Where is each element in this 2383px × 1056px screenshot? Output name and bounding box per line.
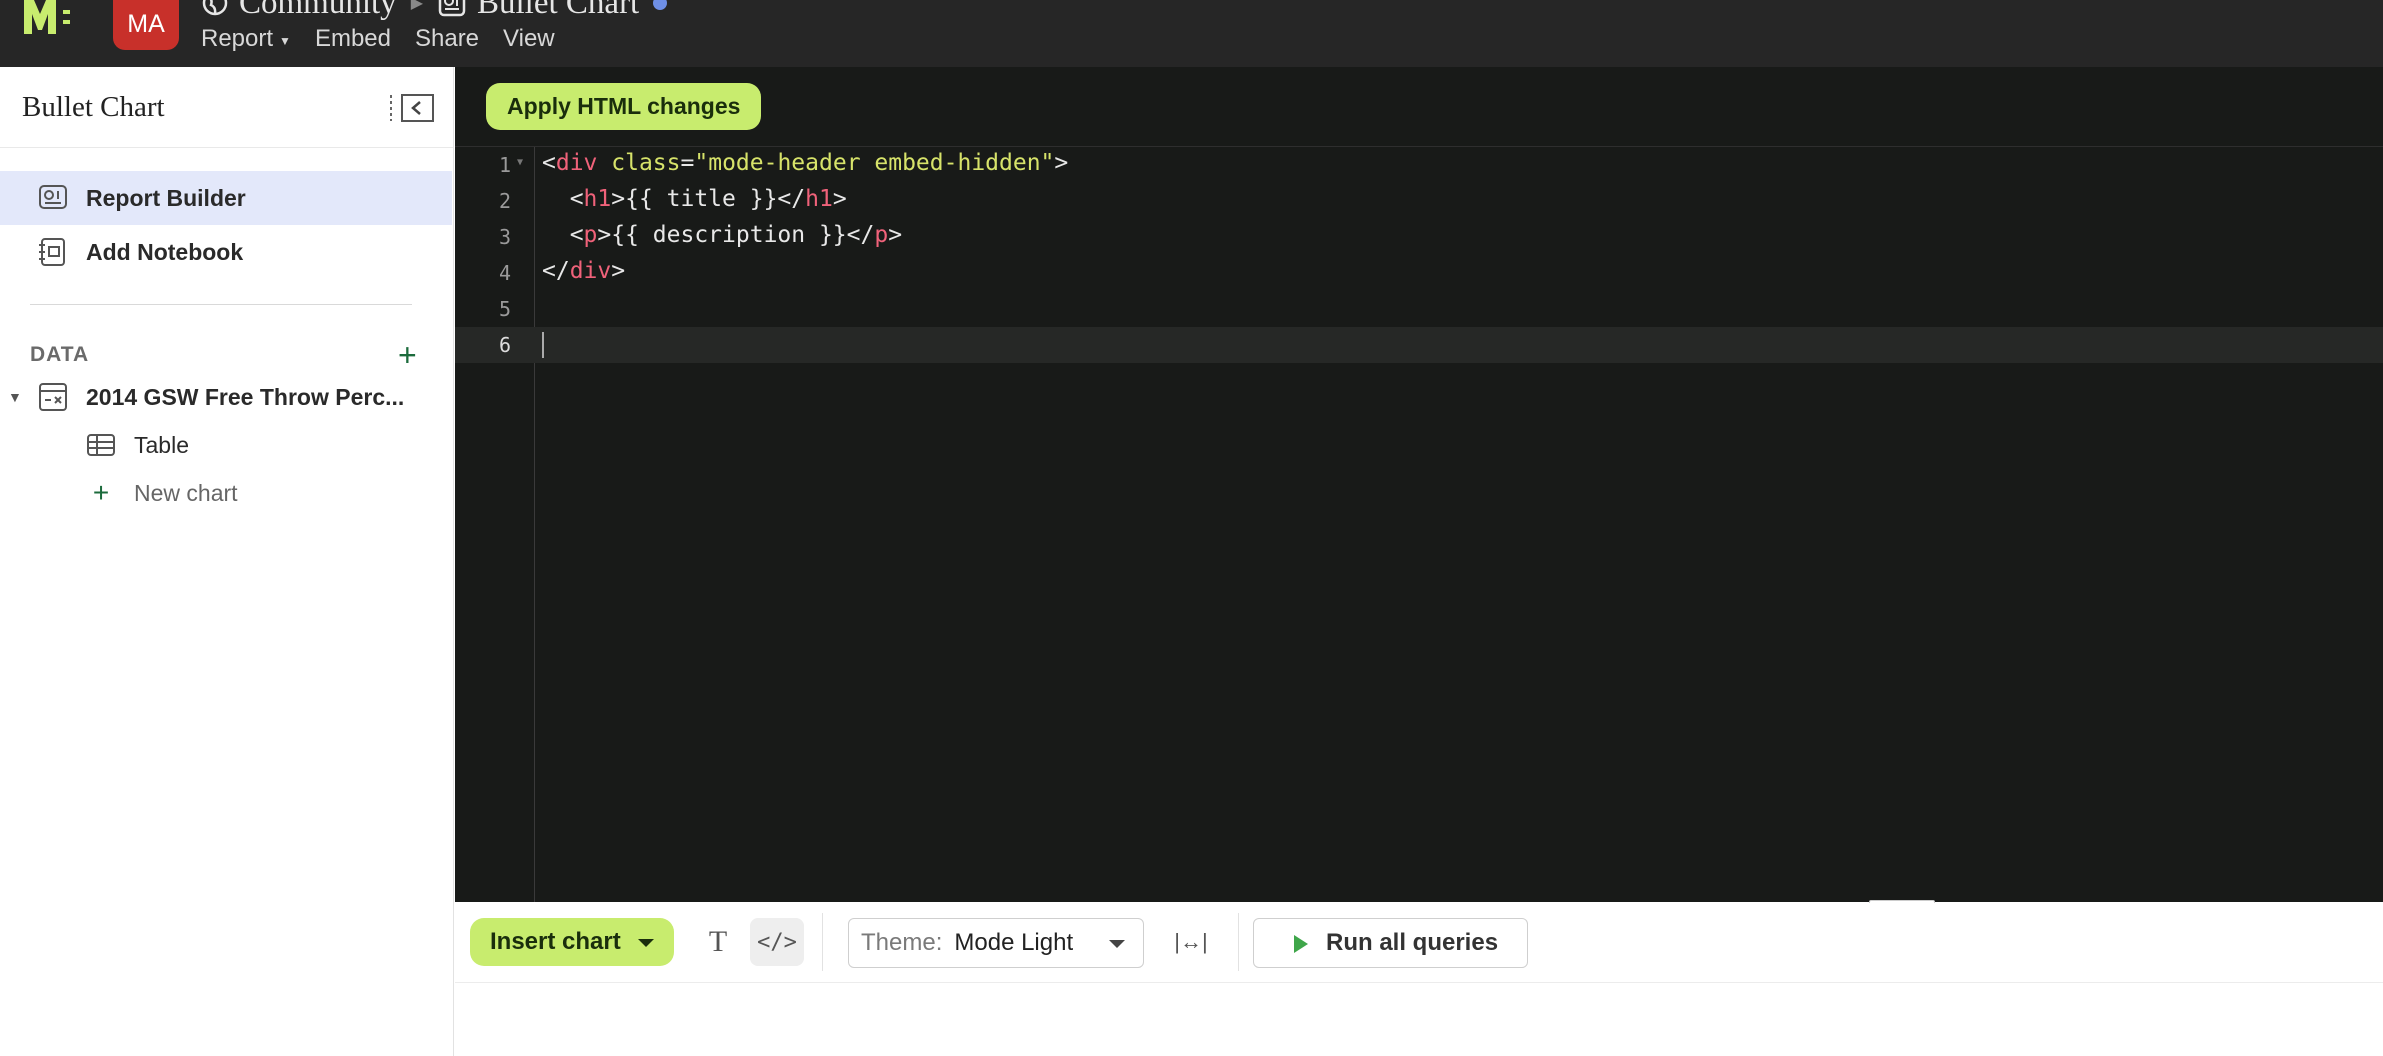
chevron-down-icon <box>638 939 654 947</box>
divider <box>30 304 412 305</box>
run-all-queries-button[interactable]: Run all queries <box>1253 918 1528 968</box>
notebook-icon <box>39 238 65 266</box>
code-line-current[interactable]: 6 <box>455 327 2383 363</box>
code-text: <h1>{{ title }}</h1> <box>542 186 847 212</box>
new-chart-button[interactable]: + New chart <box>86 473 238 513</box>
text-cursor <box>542 332 544 358</box>
theme-label: Theme: <box>861 929 943 956</box>
chevron-down-icon <box>1109 940 1125 948</box>
sql-query-icon <box>39 383 67 411</box>
query-child-table[interactable]: Table <box>86 425 189 465</box>
code-line[interactable]: 4 </div> <box>455 255 2383 291</box>
code-line[interactable]: 1 ▼ <div class="mode-header embed-hidden… <box>455 147 2383 183</box>
fold-toggle-icon[interactable]: ▼ <box>517 157 523 168</box>
table-icon <box>87 434 115 456</box>
line-number: 6 <box>498 333 511 357</box>
sidebar-item-label: Report Builder <box>86 184 246 211</box>
code-text: <div class="mode-header embed-hidden"> <box>542 150 1069 176</box>
text-icon[interactable]: T <box>691 918 745 966</box>
add-data-plus-icon[interactable]: + <box>398 339 417 371</box>
editor-toolbar: Apply HTML changes <box>455 67 2383 147</box>
menu-share[interactable]: Share <box>415 25 479 53</box>
breadcrumb-workspace[interactable]: Community <box>239 0 397 22</box>
sidebar-title: Bullet Chart <box>22 91 165 123</box>
line-number: 4 <box>498 261 511 285</box>
line-number: 2 <box>498 189 511 213</box>
code-line[interactable]: 5 <box>455 291 2383 327</box>
collapse-sidebar-icon[interactable] <box>388 93 436 123</box>
report-builder-toolbar: Insert chart T </> Theme: Mode Light |↔|… <box>455 903 2383 983</box>
line-number: 5 <box>498 297 511 321</box>
breadcrumb: Community ▶ Bullet Chart <box>201 0 668 22</box>
code-line[interactable]: 3 <p>{{ description }}</p> <box>455 219 2383 255</box>
divider <box>1238 913 1239 971</box>
full-width-icon[interactable]: |↔| <box>1164 918 1218 966</box>
code-icon[interactable]: </> <box>750 918 804 966</box>
user-avatar[interactable]: MA <box>113 0 179 50</box>
menu-report[interactable]: Report ▼ <box>201 25 291 53</box>
table-label: Table <box>134 431 189 458</box>
query-label: 2014 GSW Free Throw Perc... <box>86 383 405 410</box>
chevron-down-icon[interactable]: ▼ <box>8 389 22 405</box>
sidebar-item-report-builder[interactable]: Report Builder <box>0 171 452 225</box>
play-icon <box>1294 935 1308 953</box>
theme-select[interactable]: Theme: Mode Light <box>848 918 1144 968</box>
chevron-down-icon: ▼ <box>279 34 291 48</box>
breadcrumb-report-title[interactable]: Bullet Chart <box>477 0 639 22</box>
report-builder-icon <box>39 185 67 209</box>
menu-bar: Report ▼ Embed Share View <box>201 25 579 53</box>
menu-report-label: Report <box>201 25 274 52</box>
menu-embed[interactable]: Embed <box>315 25 391 53</box>
sidebar-item-add-notebook[interactable]: Add Notebook <box>0 225 452 279</box>
data-section-label: DATA <box>30 343 90 366</box>
sidebar-item-label: Add Notebook <box>86 238 244 265</box>
mode-logo-icon[interactable] <box>22 0 76 42</box>
top-bar: MA Community ▶ Bullet Chart Report ▼ Embe… <box>0 0 2383 67</box>
apply-html-changes-button[interactable]: Apply HTML changes <box>486 83 762 130</box>
line-number: 3 <box>498 225 511 249</box>
sidebar-header: Bullet Chart <box>0 67 453 148</box>
breadcrumb-separator-icon: ▶ <box>410 0 423 12</box>
code-line[interactable]: 2 <h1>{{ title }}</h1> <box>455 183 2383 219</box>
html-code-editor[interactable]: 1 ▼ <div class="mode-header embed-hidden… <box>455 147 2383 902</box>
query-item[interactable]: 2014 GSW Free Throw Perc... <box>38 377 404 417</box>
plus-icon: + <box>92 477 110 508</box>
insert-chart-label: Insert chart <box>490 928 621 955</box>
sidebar: Bullet Chart Report Builder Add Notebook… <box>0 67 454 1056</box>
new-chart-label: New chart <box>134 479 238 506</box>
globe-icon <box>202 0 228 16</box>
unsaved-indicator-icon <box>653 0 668 10</box>
code-text: </div> <box>542 258 626 284</box>
theme-value: Mode Light <box>954 929 1074 956</box>
line-number: 1 <box>498 153 511 177</box>
divider <box>822 913 823 971</box>
run-all-queries-label: Run all queries <box>1326 929 1499 956</box>
report-icon <box>438 0 466 17</box>
code-text: <p>{{ description }}</p> <box>542 222 903 248</box>
menu-view[interactable]: View <box>503 25 555 53</box>
insert-chart-button[interactable]: Insert chart <box>470 918 674 966</box>
